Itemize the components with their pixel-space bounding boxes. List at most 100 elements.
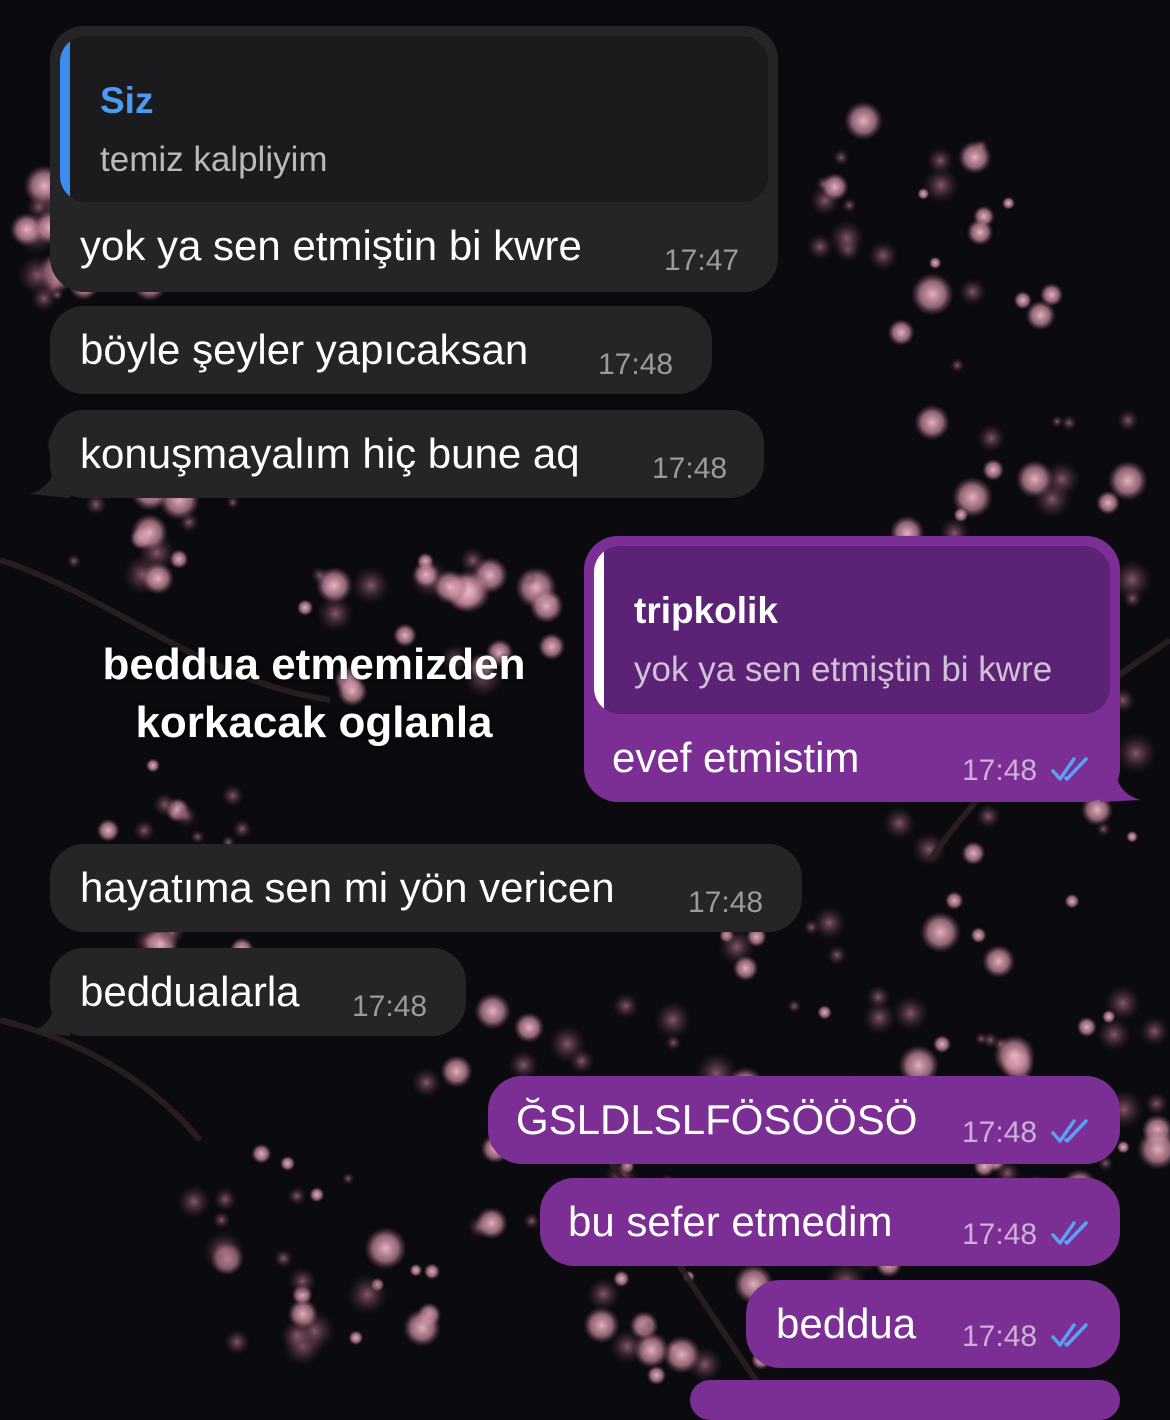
incoming-message[interactable]: beddualarla 17:48 — [50, 948, 466, 1036]
blossom-decoration — [993, 1035, 1035, 1077]
blossom-decoration — [51, 289, 63, 301]
blossom-decoration — [976, 804, 1001, 829]
blossom-decoration — [569, 1048, 595, 1074]
blossom-decoration — [933, 1035, 951, 1053]
blossom-decoration — [251, 1144, 271, 1164]
message-time: 17:48 — [962, 1218, 1037, 1252]
blossom-decoration — [281, 1319, 314, 1352]
outgoing-message-partial[interactable] — [690, 1380, 1120, 1420]
double-check-icon — [1050, 754, 1090, 784]
blossom-decoration — [821, 173, 849, 201]
message-time: 17:48 — [688, 886, 763, 920]
blossom-decoration — [827, 945, 847, 965]
blossom-decoration — [958, 140, 992, 174]
message-text: evef etmistim — [612, 734, 859, 782]
blossom-decoration — [410, 1264, 423, 1277]
blossom-decoration — [888, 319, 915, 346]
caption-line: beddua etmemizden — [40, 636, 588, 694]
message-time: 17:48 — [962, 1116, 1037, 1150]
blossom-decoration — [67, 554, 82, 569]
blossom-decoration — [347, 1274, 388, 1315]
blossom-decoration — [288, 1267, 317, 1296]
blossom-decoration — [922, 167, 959, 204]
message-time: 17:47 — [664, 244, 739, 278]
blossom-decoration — [146, 759, 160, 773]
blossom-decoration — [803, 919, 819, 935]
blossom-decoration — [868, 241, 898, 271]
blossom-decoration — [232, 819, 252, 839]
incoming-message[interactable]: konuşmayalım hiç bune aq 17:48 — [50, 410, 764, 498]
blossom-decoration — [977, 424, 1006, 453]
reply-sender-name: Siz — [100, 80, 153, 122]
blossom-decoration — [842, 198, 857, 213]
blossom-decoration — [349, 1330, 364, 1345]
blossom-decoration — [411, 1067, 442, 1098]
blossom-decoration — [177, 1185, 211, 1219]
blossom-decoration — [1117, 409, 1139, 431]
message-text: beddualarla — [80, 968, 300, 1016]
blossom-decoration — [529, 589, 563, 623]
blossom-decoration — [892, 995, 928, 1031]
blossom-decoration — [1097, 1017, 1132, 1052]
outgoing-message[interactable]: beddua 17:48 — [746, 1280, 1120, 1368]
blossom-decoration — [982, 459, 1004, 481]
blossom-decoration — [523, 1212, 540, 1229]
blossom-decoration — [514, 1012, 545, 1043]
message-text: ĞSLDLSLFÖSÖÖSÖ — [516, 1096, 917, 1144]
blossom-decoration — [273, 1248, 293, 1268]
outgoing-message[interactable]: tripkolik yok ya sen etmiştin bi kwre ev… — [584, 536, 1120, 802]
blossom-decoration — [612, 992, 639, 1019]
reply-snippet: temiz kalpliyim — [100, 140, 328, 180]
blossom-decoration — [224, 1329, 250, 1355]
incoming-message[interactable]: böyle şeyler yapıcaksan 17:48 — [50, 306, 712, 394]
blossom-decoration — [440, 1055, 473, 1088]
blossom-decoration — [647, 1365, 667, 1385]
outgoing-message[interactable]: bu sefer etmedim 17:48 — [540, 1178, 1120, 1266]
blossom-decoration — [351, 566, 390, 605]
blossom-decoration — [474, 993, 511, 1030]
blossom-decoration — [654, 1001, 692, 1039]
blossom-decoration — [982, 945, 1015, 978]
message-time: 17:48 — [962, 754, 1037, 788]
blossom-decoration — [911, 273, 954, 316]
blossom-decoration — [829, 220, 865, 256]
blossom-decoration — [920, 912, 961, 953]
blossom-decoration — [153, 792, 177, 816]
blossom-decoration — [665, 1035, 681, 1051]
blossom-decoration — [403, 1309, 441, 1347]
blossom-decoration — [959, 278, 987, 306]
blossom-decoration — [202, 1230, 246, 1274]
blossom-decoration — [459, 547, 486, 574]
outgoing-message[interactable]: ĞSLDLSLFÖSÖÖSÖ 17:48 — [488, 1076, 1120, 1164]
blossom-decoration — [1065, 894, 1080, 909]
blossom-decoration — [142, 562, 174, 594]
blossom-decoration — [733, 955, 759, 981]
blossom-decoration — [475, 1207, 507, 1239]
message-time: 17:48 — [598, 348, 673, 382]
blossom-decoration — [1139, 1016, 1169, 1046]
blossom-decoration — [1145, 1092, 1169, 1116]
incoming-message[interactable]: Siz temiz kalpliyim yok ya sen etmiştin … — [50, 26, 778, 292]
blossom-decoration — [967, 219, 994, 246]
double-check-icon — [1050, 1116, 1090, 1146]
reply-snippet: yok ya sen etmiştin bi kwre — [634, 650, 1052, 690]
blossom-decoration — [953, 507, 968, 522]
blossom-decoration — [1102, 1010, 1116, 1024]
blossom-decoration — [1126, 831, 1138, 843]
reply-quote[interactable]: tripkolik yok ya sen etmiştin bi kwre — [594, 546, 1110, 714]
incoming-message[interactable]: hayatıma sen mi yön vericen 17:48 — [50, 844, 802, 932]
blossom-decoration — [1108, 461, 1148, 501]
blossom-decoration — [1077, 1017, 1097, 1037]
blossom-decoration — [280, 1156, 295, 1171]
message-text: bu sefer etmedim — [568, 1198, 892, 1246]
blossom-decoration — [1123, 589, 1142, 608]
reply-quote[interactable]: Siz temiz kalpliyim — [60, 36, 768, 202]
blossom-decoration — [213, 1187, 237, 1211]
blossom-decoration — [97, 819, 120, 842]
blossom-decoration — [917, 188, 929, 200]
blossom-decoration — [970, 927, 986, 943]
reply-accent-bar — [60, 36, 70, 202]
blossom-decoration — [174, 804, 197, 827]
reply-sender-name: tripkolik — [634, 590, 778, 632]
blossom-decoration — [212, 1211, 230, 1229]
